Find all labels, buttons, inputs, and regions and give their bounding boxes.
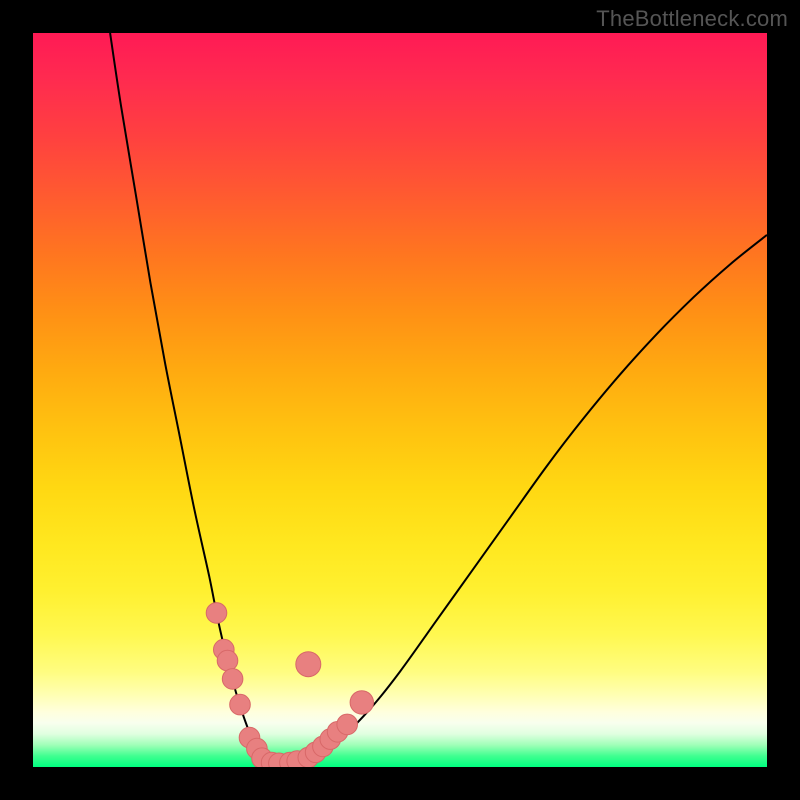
data-marker [217, 650, 238, 671]
data-marker [222, 669, 243, 690]
plot-area [33, 33, 767, 767]
data-marker [296, 652, 321, 677]
data-marker [337, 714, 358, 735]
chart-svg [33, 33, 767, 767]
bottleneck-curve-line [110, 33, 767, 764]
data-marker [350, 691, 373, 714]
data-marker [206, 603, 227, 624]
data-marker [230, 694, 251, 715]
watermark-text: TheBottleneck.com [596, 6, 788, 32]
curve-markers-group [206, 603, 373, 767]
chart-frame: TheBottleneck.com [0, 0, 800, 800]
